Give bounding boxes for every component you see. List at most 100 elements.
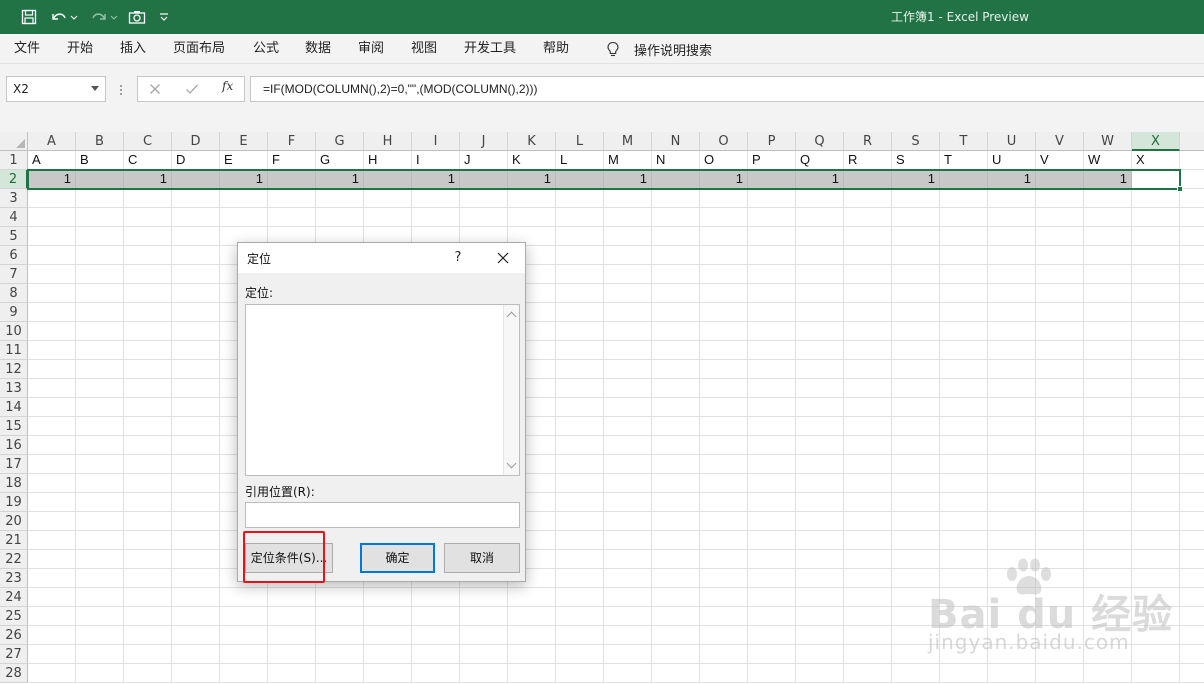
cell-G3[interactable]	[316, 189, 364, 208]
cell-N24[interactable]	[652, 588, 700, 607]
cell-X7[interactable]	[1132, 265, 1180, 284]
redo-icon[interactable]	[88, 7, 120, 27]
cell-V21[interactable]	[1036, 531, 1084, 550]
cell-B21[interactable]	[76, 531, 124, 550]
cell-U24[interactable]	[988, 588, 1036, 607]
close-icon[interactable]	[493, 248, 513, 268]
cell-X16[interactable]	[1132, 436, 1180, 455]
menu-review[interactable]: 审阅	[358, 34, 384, 64]
cell-P26[interactable]	[748, 626, 796, 645]
cell-C5[interactable]	[124, 227, 172, 246]
cell-H2[interactable]	[364, 170, 412, 189]
cell-E27[interactable]	[220, 645, 268, 664]
cell-F3[interactable]	[268, 189, 316, 208]
cell-J3[interactable]	[460, 189, 508, 208]
menu-formulas[interactable]: 公式	[253, 34, 279, 64]
cell-X1[interactable]: X	[1132, 151, 1180, 170]
cell-R28[interactable]	[844, 664, 892, 683]
cell-V16[interactable]	[1036, 436, 1084, 455]
undo-icon[interactable]	[48, 7, 80, 27]
cell-M23[interactable]	[604, 569, 652, 588]
cell-A10[interactable]	[28, 322, 76, 341]
cell-V24[interactable]	[1036, 588, 1084, 607]
cell-W2[interactable]: 1	[1084, 170, 1132, 189]
cell-U11[interactable]	[988, 341, 1036, 360]
cell-W25[interactable]	[1084, 607, 1132, 626]
cell-C28[interactable]	[124, 664, 172, 683]
menu-help[interactable]: 帮助	[543, 34, 569, 64]
cell-T20[interactable]	[940, 512, 988, 531]
cell-P22[interactable]	[748, 550, 796, 569]
cell-Q18[interactable]	[796, 474, 844, 493]
cell-B12[interactable]	[76, 360, 124, 379]
reference-input[interactable]	[245, 502, 520, 528]
cell-Q6[interactable]	[796, 246, 844, 265]
cell-overflow[interactable]	[1180, 265, 1204, 284]
cell-I26[interactable]	[412, 626, 460, 645]
cell-X9[interactable]	[1132, 303, 1180, 322]
cell-U21[interactable]	[988, 531, 1036, 550]
formula-input[interactable]: =IF(MOD(COLUMN(),2)=0,"",(MOD(COLUMN(),2…	[250, 76, 1204, 102]
cell-D9[interactable]	[172, 303, 220, 322]
cell-A18[interactable]	[28, 474, 76, 493]
row-header-27[interactable]: 27	[0, 645, 28, 664]
cell-V1[interactable]: V	[1036, 151, 1084, 170]
cell-V8[interactable]	[1036, 284, 1084, 303]
cell-overflow[interactable]	[1180, 474, 1204, 493]
cell-T16[interactable]	[940, 436, 988, 455]
cell-L20[interactable]	[556, 512, 604, 531]
column-header-P[interactable]: P	[748, 132, 796, 151]
cell-M26[interactable]	[604, 626, 652, 645]
scroll-down-icon[interactable]	[506, 458, 517, 469]
cell-R24[interactable]	[844, 588, 892, 607]
cell-M6[interactable]	[604, 246, 652, 265]
cell-X22[interactable]	[1132, 550, 1180, 569]
select-all-corner[interactable]	[0, 132, 28, 151]
cell-K4[interactable]	[508, 208, 556, 227]
cell-N6[interactable]	[652, 246, 700, 265]
save-icon[interactable]	[18, 7, 40, 27]
row-header-7[interactable]: 7	[0, 265, 28, 284]
cell-T12[interactable]	[940, 360, 988, 379]
cell-Q13[interactable]	[796, 379, 844, 398]
menu-view[interactable]: 视图	[411, 34, 437, 64]
cell-H4[interactable]	[364, 208, 412, 227]
row-header-22[interactable]: 22	[0, 550, 28, 569]
row-header-17[interactable]: 17	[0, 455, 28, 474]
cell-Q27[interactable]	[796, 645, 844, 664]
cell-R18[interactable]	[844, 474, 892, 493]
cell-Q9[interactable]	[796, 303, 844, 322]
cell-L17[interactable]	[556, 455, 604, 474]
cell-F25[interactable]	[268, 607, 316, 626]
column-header-C[interactable]: C	[124, 132, 172, 151]
row-header-4[interactable]: 4	[0, 208, 28, 227]
cell-D1[interactable]: D	[172, 151, 220, 170]
cell-U7[interactable]	[988, 265, 1036, 284]
goto-list[interactable]	[245, 304, 520, 476]
cell-V26[interactable]	[1036, 626, 1084, 645]
cell-M18[interactable]	[604, 474, 652, 493]
cell-I3[interactable]	[412, 189, 460, 208]
cell-S17[interactable]	[892, 455, 940, 474]
cell-R2[interactable]	[844, 170, 892, 189]
cell-E28[interactable]	[220, 664, 268, 683]
cell-L18[interactable]	[556, 474, 604, 493]
cell-R3[interactable]	[844, 189, 892, 208]
scroll-up-icon[interactable]	[506, 311, 517, 322]
cell-R4[interactable]	[844, 208, 892, 227]
cell-R5[interactable]	[844, 227, 892, 246]
cell-P16[interactable]	[748, 436, 796, 455]
customize-icon[interactable]	[156, 7, 172, 27]
cell-S4[interactable]	[892, 208, 940, 227]
cell-B4[interactable]	[76, 208, 124, 227]
cell-L22[interactable]	[556, 550, 604, 569]
cell-W1[interactable]: W	[1084, 151, 1132, 170]
cell-M17[interactable]	[604, 455, 652, 474]
cell-V6[interactable]	[1036, 246, 1084, 265]
cell-overflow[interactable]	[1180, 398, 1204, 417]
cell-T17[interactable]	[940, 455, 988, 474]
cell-K28[interactable]	[508, 664, 556, 683]
cell-S28[interactable]	[892, 664, 940, 683]
column-header-I[interactable]: I	[412, 132, 460, 151]
chevron-down-icon[interactable]	[91, 86, 99, 91]
